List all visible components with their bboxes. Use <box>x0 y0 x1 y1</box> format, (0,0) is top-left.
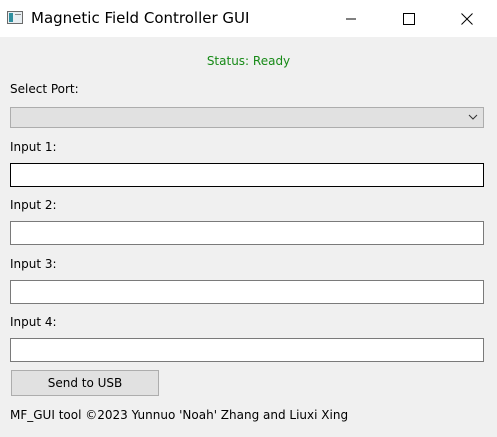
input-4-label: Input 4: <box>10 315 57 329</box>
title-bar: Magnetic Field Controller GUI <box>0 0 497 37</box>
chevron-down-icon <box>468 114 478 120</box>
input-1-label: Input 1: <box>10 140 57 154</box>
maximize-icon <box>403 12 415 25</box>
select-port-label: Select Port: <box>10 82 79 96</box>
input-2-label: Input 2: <box>10 198 57 212</box>
send-to-usb-button[interactable]: Send to USB <box>11 370 159 396</box>
close-icon <box>461 12 473 25</box>
footer-credits: MF_GUI tool ©2023 Yunnuo 'Noah' Zhang an… <box>10 408 349 422</box>
input-4-field[interactable] <box>10 338 484 362</box>
close-button[interactable] <box>438 0 496 37</box>
minimize-button[interactable] <box>322 0 380 37</box>
input-3-label: Input 3: <box>10 257 57 271</box>
port-select[interactable] <box>10 107 484 128</box>
minimize-icon <box>346 18 356 19</box>
input-3-field[interactable] <box>10 280 484 304</box>
input-1-field[interactable] <box>10 163 484 187</box>
input-2-field[interactable] <box>10 221 484 245</box>
status-label: Status: Ready <box>206 54 291 68</box>
app-window-icon <box>7 11 23 24</box>
window-title: Magnetic Field Controller GUI <box>31 9 250 27</box>
maximize-button[interactable] <box>380 0 438 37</box>
